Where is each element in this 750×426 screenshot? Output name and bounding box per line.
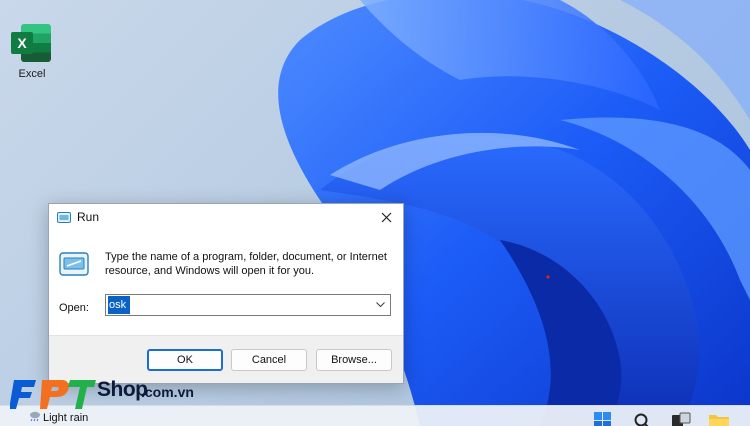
- task-view-icon[interactable]: [671, 412, 691, 426]
- close-button[interactable]: [373, 206, 399, 228]
- run-app-icon: [59, 252, 89, 276]
- ok-button[interactable]: OK: [147, 349, 223, 371]
- title-bar[interactable]: Run: [49, 204, 403, 230]
- start-icon[interactable]: [594, 412, 612, 426]
- file-explorer-icon[interactable]: [708, 412, 730, 426]
- run-dialog: Run Type the name of a program, folder, …: [48, 203, 404, 384]
- search-icon[interactable]: [633, 412, 651, 426]
- desktop-icon-excel[interactable]: X Excel: [6, 24, 58, 86]
- close-icon: [381, 212, 391, 222]
- chevron-down-icon: [375, 302, 385, 308]
- run-icon: [57, 211, 71, 223]
- open-input[interactable]: [108, 296, 130, 314]
- browse-button[interactable]: Browse...: [316, 349, 392, 371]
- weather-label[interactable]: Light rain: [43, 412, 88, 424]
- desktop-icon-label: Excel: [18, 68, 46, 80]
- open-label: Open:: [59, 302, 89, 314]
- shop-domain: .com.vn: [141, 384, 194, 400]
- button-bar: OK Cancel Browse...: [49, 335, 403, 383]
- dropdown-button[interactable]: [372, 297, 388, 313]
- shop-wordmark: Shop: [97, 378, 148, 401]
- excel-icon: X: [11, 24, 53, 62]
- dialog-body: Type the name of a program, folder, docu…: [49, 230, 403, 340]
- taskbar: [0, 405, 750, 426]
- open-combobox[interactable]: [105, 294, 391, 316]
- dialog-title: Run: [77, 210, 100, 224]
- cancel-button[interactable]: Cancel: [231, 349, 307, 371]
- fpt-logo: [10, 380, 96, 409]
- instructions-text: Type the name of a program, folder, docu…: [105, 251, 387, 277]
